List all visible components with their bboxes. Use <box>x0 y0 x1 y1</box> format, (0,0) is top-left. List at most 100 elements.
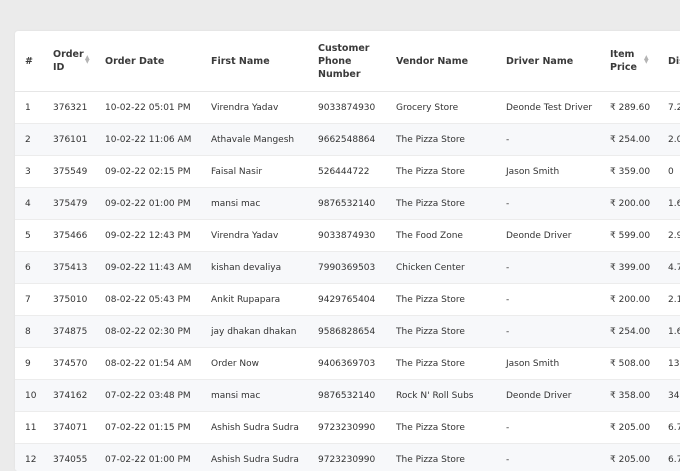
col-header-driver-name[interactable]: Driver Name <box>496 31 600 92</box>
cell-customer-phone: 9033874930 <box>308 220 386 252</box>
cell-customer-phone: 7990369503 <box>308 252 386 284</box>
cell-index: 6 <box>15 252 43 284</box>
cell-customer-phone: 9662548864 <box>308 124 386 156</box>
cell-discount: 1.6 <box>658 316 680 348</box>
table-row[interactable]: 737501008-02-22 05:43 PMAnkit Rupapara94… <box>15 284 680 316</box>
cell-driver-name: - <box>496 252 600 284</box>
cell-order-id: 376101 <box>43 124 95 156</box>
table-row[interactable]: 1237405507-02-22 01:00 PMAshish Sudra Su… <box>15 444 680 471</box>
cell-driver-name: - <box>496 316 600 348</box>
cell-index: 11 <box>15 412 43 444</box>
cell-vendor-name: The Pizza Store <box>386 284 496 316</box>
table-body: 137632110-02-22 05:01 PMVirendra Yadav90… <box>15 92 680 471</box>
cell-vendor-name: The Pizza Store <box>386 156 496 188</box>
cell-vendor-name: The Pizza Store <box>386 188 496 220</box>
cell-driver-name: Deonde Driver <box>496 220 600 252</box>
cell-driver-name: Deonde Driver <box>496 380 600 412</box>
col-header-item-price-label: Item Price <box>610 48 640 74</box>
table-row[interactable]: 837487508-02-22 02:30 PMjay dhakan dhaka… <box>15 316 680 348</box>
cell-order-id: 375413 <box>43 252 95 284</box>
cell-customer-phone: 9876532140 <box>308 380 386 412</box>
cell-order-id: 374071 <box>43 412 95 444</box>
cell-item-price: ₹ 200.00 <box>600 284 658 316</box>
cell-index: 1 <box>15 92 43 124</box>
col-header-vendor-name[interactable]: Vendor Name <box>386 31 496 92</box>
cell-order-date: 08-02-22 02:30 PM <box>95 316 201 348</box>
cell-item-price: ₹ 205.00 <box>600 444 658 471</box>
cell-driver-name: Jason Smith <box>496 156 600 188</box>
table-row[interactable]: 937457008-02-22 01:54 AMOrder Now9406369… <box>15 348 680 380</box>
cell-vendor-name: The Food Zone <box>386 220 496 252</box>
cell-discount: 2.1 <box>658 284 680 316</box>
cell-index: 9 <box>15 348 43 380</box>
table-row[interactable]: 437547909-02-22 01:00 PMmansi mac9876532… <box>15 188 680 220</box>
cell-driver-name: - <box>496 188 600 220</box>
cell-customer-phone: 9429765404 <box>308 284 386 316</box>
cell-index: 10 <box>15 380 43 412</box>
cell-item-price: ₹ 358.00 <box>600 380 658 412</box>
cell-customer-phone: 9723230990 <box>308 444 386 471</box>
col-header-discount[interactable]: Dis <box>658 31 680 92</box>
sort-updown-icon[interactable]: ▲▼ <box>644 56 649 64</box>
cell-driver-name: - <box>496 444 600 471</box>
cell-discount: 2.9 <box>658 220 680 252</box>
col-header-order-date[interactable]: Order Date <box>95 31 201 92</box>
col-header-item-price[interactable]: Item Price ▲▼ <box>600 31 658 92</box>
cell-first-name: Order Now <box>201 348 308 380</box>
cell-first-name: Virendra Yadav <box>201 92 308 124</box>
cell-index: 8 <box>15 316 43 348</box>
cell-vendor-name: The Pizza Store <box>386 124 496 156</box>
col-header-customer-phone[interactable]: Customer Phone Number <box>308 31 386 92</box>
col-header-order-id-label: Order ID <box>53 48 81 74</box>
cell-order-id: 375479 <box>43 188 95 220</box>
cell-vendor-name: The Pizza Store <box>386 316 496 348</box>
cell-discount: 6.7 <box>658 444 680 471</box>
cell-vendor-name: The Pizza Store <box>386 412 496 444</box>
cell-order-id: 375466 <box>43 220 95 252</box>
cell-discount: 2.0 <box>658 124 680 156</box>
cell-first-name: kishan devaliya <box>201 252 308 284</box>
cell-first-name: Ashish Sudra Sudra <box>201 412 308 444</box>
cell-index: 5 <box>15 220 43 252</box>
cell-customer-phone: 9876532140 <box>308 188 386 220</box>
cell-driver-name: - <box>496 412 600 444</box>
table-row[interactable]: 137632110-02-22 05:01 PMVirendra Yadav90… <box>15 92 680 124</box>
cell-order-date: 07-02-22 01:00 PM <box>95 444 201 471</box>
cell-driver-name: - <box>496 284 600 316</box>
table-row[interactable]: 337554909-02-22 02:15 PMFaisal Nasir5264… <box>15 156 680 188</box>
cell-order-id: 374162 <box>43 380 95 412</box>
cell-order-id: 374570 <box>43 348 95 380</box>
cell-order-date: 07-02-22 03:48 PM <box>95 380 201 412</box>
table-row[interactable]: 1137407107-02-22 01:15 PMAshish Sudra Su… <box>15 412 680 444</box>
col-header-order-id[interactable]: Order ID ▲▼ <box>43 31 95 92</box>
col-header-index[interactable]: # <box>15 31 43 92</box>
table-row[interactable]: 237610110-02-22 11:06 AMAthavale Mangesh… <box>15 124 680 156</box>
table-row[interactable]: 537546609-02-22 12:43 PMVirendra Yadav90… <box>15 220 680 252</box>
top-bar <box>0 0 680 26</box>
table-row[interactable]: 1037416207-02-22 03:48 PMmansi mac987653… <box>15 380 680 412</box>
cell-first-name: Ankit Rupapara <box>201 284 308 316</box>
cell-item-price: ₹ 508.00 <box>600 348 658 380</box>
cell-order-date: 09-02-22 12:43 PM <box>95 220 201 252</box>
cell-discount: 4.7 <box>658 252 680 284</box>
cell-driver-name: Jason Smith <box>496 348 600 380</box>
table-row[interactable]: 637541309-02-22 11:43 AMkishan devaliya7… <box>15 252 680 284</box>
cell-discount: 1.6 <box>658 188 680 220</box>
cell-vendor-name: Chicken Center <box>386 252 496 284</box>
table-header-row: # Order ID ▲▼ Order Date First Name Cust… <box>15 31 680 92</box>
cell-index: 4 <box>15 188 43 220</box>
cell-discount: 0 <box>658 156 680 188</box>
cell-order-id: 374875 <box>43 316 95 348</box>
cell-order-date: 09-02-22 11:43 AM <box>95 252 201 284</box>
cell-item-price: ₹ 200.00 <box>600 188 658 220</box>
cell-index: 7 <box>15 284 43 316</box>
cell-discount: 34 <box>658 380 680 412</box>
cell-driver-name: - <box>496 124 600 156</box>
col-header-first-name[interactable]: First Name <box>201 31 308 92</box>
cell-order-id: 375010 <box>43 284 95 316</box>
cell-order-id: 376321 <box>43 92 95 124</box>
cell-order-id: 375549 <box>43 156 95 188</box>
orders-table: # Order ID ▲▼ Order Date First Name Cust… <box>15 31 680 471</box>
cell-item-price: ₹ 205.00 <box>600 412 658 444</box>
sort-updown-icon[interactable]: ▲▼ <box>85 56 90 64</box>
